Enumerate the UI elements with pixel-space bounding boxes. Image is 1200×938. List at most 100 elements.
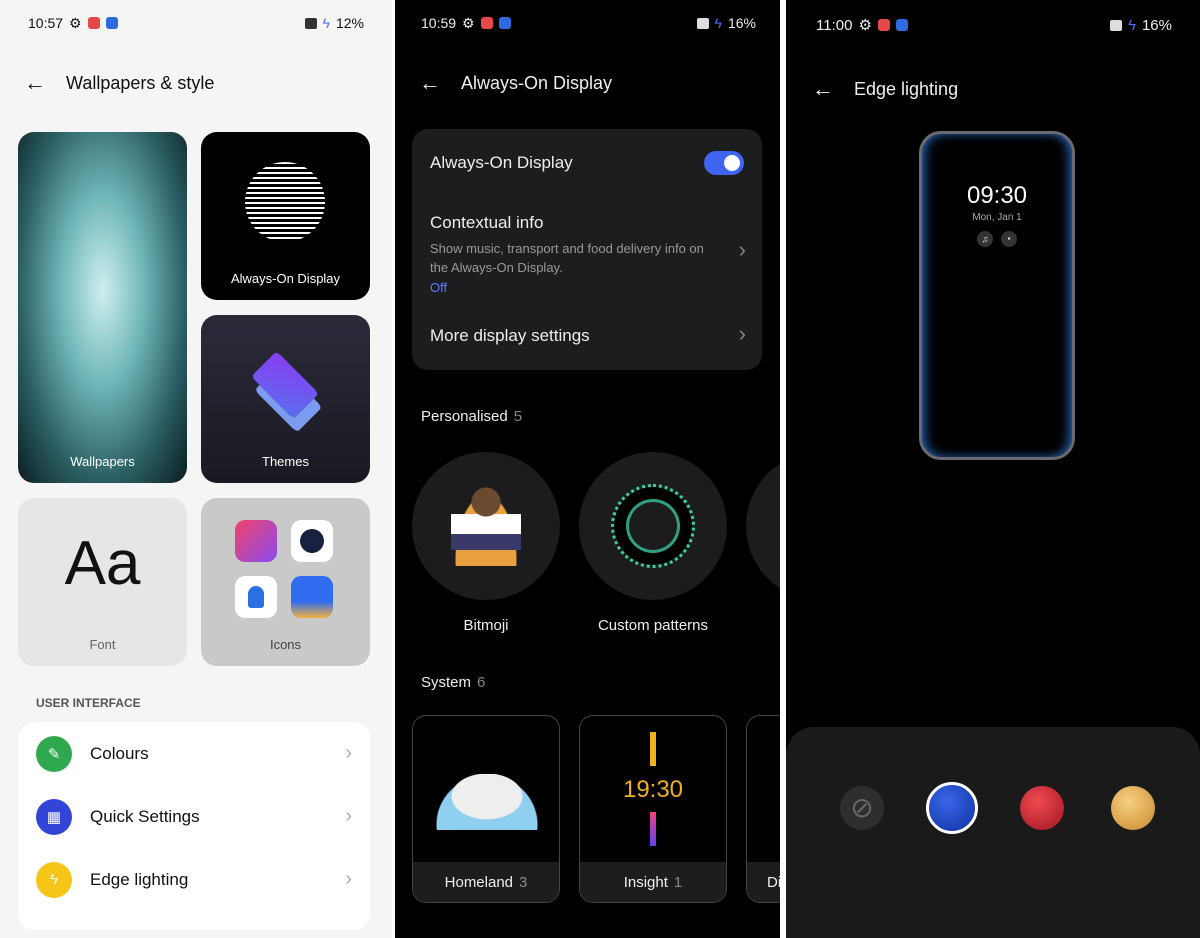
preview-date: Mon, Jan 1 — [972, 212, 1022, 223]
music-icon: ♫ — [977, 231, 993, 247]
page-title: Always-On Display — [461, 72, 613, 93]
insight-clock: 19:30 — [622, 776, 684, 803]
always-on-display-screen: 10:59 ⚙ ϟ 16% ← Always-On Display Always-… — [395, 0, 780, 938]
layers-icon — [251, 351, 319, 419]
clock: 11:00 — [816, 16, 853, 34]
contextual-info-desc: Show music, transport and food delivery … — [430, 241, 704, 275]
status-bar: 11:00 ⚙ ϟ 16% — [816, 16, 1172, 35]
custom-patterns-label: Custom patterns — [597, 617, 709, 634]
battery-level: 16% — [727, 15, 756, 31]
paint-icon: ✎ — [36, 735, 72, 772]
contextual-info-row[interactable]: Contextual info Show music, transport an… — [430, 213, 722, 295]
preview-clock: 09:30 — [966, 182, 1028, 209]
themes-tile[interactable]: Themes — [201, 315, 370, 483]
app-icon — [105, 17, 118, 29]
red-swatch[interactable] — [1020, 786, 1064, 830]
insight-bar-top — [650, 732, 656, 766]
insight-label: Insight — [623, 873, 668, 891]
system-header: System 6 — [421, 674, 486, 691]
polar-bear-image — [435, 774, 539, 830]
font-label: Font — [89, 637, 116, 652]
homeland-label: Homeland — [444, 873, 514, 891]
wallpapers-tile[interactable]: Wallpapers — [18, 132, 187, 483]
more-patterns-option[interactable] — [746, 452, 780, 600]
edge-lighting-icon: ϟ — [36, 861, 72, 898]
settings-icon: ⚙ — [858, 17, 872, 34]
status-bar: 10:59 ⚙ ϟ 16% — [421, 14, 756, 32]
color-picker-panel — [786, 727, 1200, 938]
chevron-right-icon: › — [345, 805, 352, 827]
colours-item[interactable]: ✎ Colours › — [18, 722, 370, 785]
option-label: Di — [767, 873, 780, 891]
sim-icon — [304, 17, 317, 29]
custom-patterns-option[interactable] — [579, 452, 727, 600]
phone-preview: 09:30 Mon, Jan 1 ♫ ▪ — [919, 131, 1075, 460]
wallpapers-label: Wallpapers — [70, 454, 135, 469]
no-color-swatch[interactable]: ⊘ — [840, 786, 884, 830]
insight-bar-bottom — [650, 812, 656, 846]
battery-level: 16% — [1141, 16, 1172, 34]
back-arrow-icon[interactable]: ← — [419, 70, 441, 96]
battery-level: 12% — [335, 15, 364, 31]
count: 3 — [519, 873, 528, 891]
aod-settings-card: Always-On Display Contextual info Show m… — [412, 129, 762, 370]
sim-icon — [696, 17, 709, 29]
homeland-option[interactable]: Homeland 3 — [412, 715, 560, 903]
chevron-right-icon: › — [738, 321, 746, 346]
bitmoji-avatar — [451, 486, 521, 566]
page-title: Edge lighting — [854, 78, 959, 99]
settings-icon: ⚙ — [462, 14, 475, 31]
app-icon — [895, 19, 908, 31]
count: 1 — [673, 873, 683, 891]
chevron-right-icon: › — [345, 868, 352, 890]
third-system-option[interactable]: Di — [746, 715, 780, 903]
message-icon: ▪ — [1001, 231, 1017, 247]
app-icons-preview — [235, 520, 333, 618]
font-tile[interactable]: Aa Font — [18, 498, 187, 666]
font-sample: Aa — [64, 529, 141, 598]
chevron-right-icon: › — [345, 742, 352, 764]
sos-icon — [480, 17, 493, 29]
icons-tile[interactable]: Icons — [201, 498, 370, 666]
pattern-icon — [611, 484, 695, 568]
gold-swatch[interactable] — [1111, 786, 1155, 830]
charging-icon: ϟ — [714, 15, 722, 31]
back-arrow-icon[interactable]: ← — [812, 76, 834, 102]
sos-icon — [87, 17, 100, 29]
quick-settings-icon: ▦ — [36, 798, 72, 835]
blue-swatch[interactable] — [926, 782, 978, 834]
contextual-info-value: Off — [430, 280, 448, 295]
insight-option[interactable]: 19:30 Insight 1 — [579, 715, 727, 903]
settings-icon: ⚙ — [69, 14, 82, 31]
bitmoji-option[interactable] — [412, 452, 560, 600]
aod-toggle[interactable] — [704, 151, 744, 175]
aod-tile[interactable]: Always-On Display — [201, 132, 370, 300]
themes-label: Themes — [262, 454, 309, 469]
charging-icon: ϟ — [322, 15, 330, 31]
wallpapers-style-screen: 10:57 ⚙ ϟ 12% ← Wallpapers & style Wallpa… — [0, 0, 392, 938]
aod-sun-icon — [245, 162, 325, 242]
edge-lighting-item[interactable]: ϟ Edge lighting › — [18, 848, 370, 911]
sos-icon — [877, 19, 890, 31]
icons-label: Icons — [269, 637, 302, 652]
section-header: USER INTERFACE — [36, 696, 141, 710]
disabled-icon: ⊘ — [850, 792, 874, 823]
edge-lighting-screen: 11:00 ⚙ ϟ 16% ← Edge lighting 09:30 Mon, … — [786, 0, 1200, 938]
contextual-info-title: Contextual info — [430, 213, 544, 232]
chevron-right-icon: › — [738, 237, 746, 262]
ui-settings-list: ✎ Colours › ▦ Quick Settings › ϟ Edge lightin… — [18, 722, 370, 930]
quick-settings-item[interactable]: ▦ Quick Settings › — [18, 785, 370, 848]
personalised-header: Personalised 5 — [421, 408, 523, 425]
aod-toggle-row[interactable]: Always-On Display — [430, 153, 573, 173]
clock: 10:59 — [421, 15, 457, 31]
status-bar: 10:57 ⚙ ϟ 12% — [28, 14, 364, 32]
item-label: Edge lighting — [90, 869, 189, 889]
app-icon — [498, 17, 511, 29]
item-label: Quick Settings — [90, 806, 200, 826]
clock: 10:57 — [28, 15, 64, 31]
page-title: Wallpapers & style — [66, 72, 215, 93]
more-display-settings-row[interactable]: More display settings — [430, 326, 590, 346]
back-arrow-icon[interactable]: ← — [24, 70, 46, 96]
aod-label: Always-On Display — [230, 271, 341, 286]
charging-icon: ϟ — [1128, 16, 1136, 34]
